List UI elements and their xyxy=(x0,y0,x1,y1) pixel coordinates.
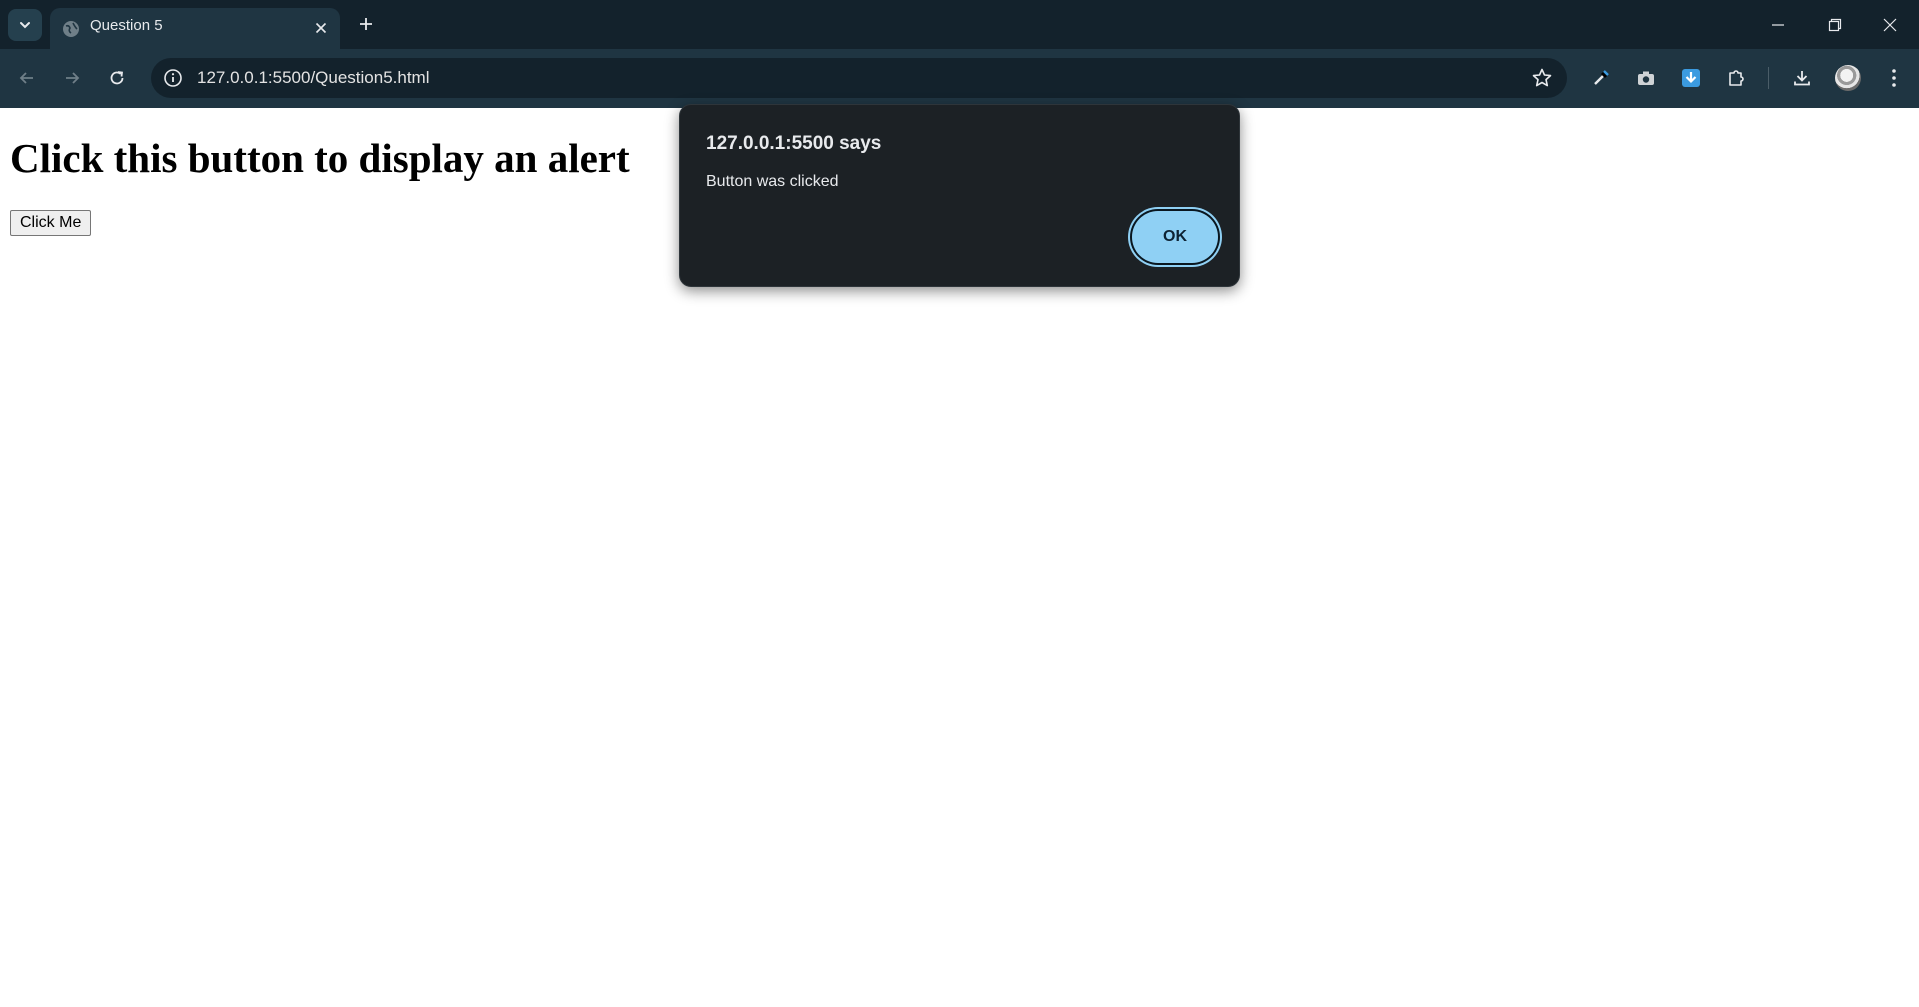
arrow-left-icon xyxy=(19,72,33,84)
browser-toolbar: 127.0.0.1:5500/Question5.html xyxy=(0,49,1919,108)
globe-icon xyxy=(63,21,79,37)
dialog-title: 127.0.0.1:5500 says xyxy=(706,133,882,154)
site-info-icon xyxy=(164,69,182,87)
profile-avatar[interactable] xyxy=(1835,65,1861,91)
tab-question-5[interactable]: Question 5 xyxy=(50,8,340,49)
ok-button[interactable]: OK xyxy=(1132,211,1218,263)
tab-close-button[interactable] xyxy=(310,17,332,39)
download-extension-button[interactable] xyxy=(1674,61,1708,95)
plus-icon xyxy=(360,18,372,30)
reload-icon xyxy=(110,71,124,85)
extensions-button[interactable] xyxy=(1719,61,1753,95)
minimize-icon xyxy=(1772,23,1784,26)
screenshot-extension-button[interactable] xyxy=(1629,61,1663,95)
camera-icon xyxy=(1638,71,1654,85)
bookmark-star-icon[interactable] xyxy=(1531,67,1553,89)
reload-button[interactable] xyxy=(100,61,134,95)
menu-button[interactable] xyxy=(1877,61,1911,95)
alert-dialog: 127.0.0.1:5500 says Button was clicked O… xyxy=(679,104,1240,287)
new-tab-button[interactable] xyxy=(351,9,381,39)
puzzle-icon xyxy=(1729,70,1744,86)
eyedropper-icon xyxy=(1594,70,1609,85)
download-icon xyxy=(1794,71,1810,86)
arrow-right-icon xyxy=(66,72,80,84)
tab-title: Question 5 xyxy=(90,17,163,34)
downloads-button[interactable] xyxy=(1785,61,1819,95)
minimize-button[interactable] xyxy=(1749,0,1807,49)
tab-search-button[interactable] xyxy=(8,9,42,41)
download-arrow-icon xyxy=(1682,69,1700,87)
dialog-message: Button was clicked xyxy=(706,173,839,190)
forward-button[interactable] xyxy=(55,61,89,95)
restore-button[interactable] xyxy=(1806,0,1864,49)
restore-icon xyxy=(1828,18,1842,31)
close-icon xyxy=(1883,18,1897,31)
click-me-button[interactable]: Click Me xyxy=(10,210,92,236)
url-text: 127.0.0.1:5500/Question5.html xyxy=(197,68,430,87)
close-icon xyxy=(315,22,327,34)
toolbar-divider xyxy=(1768,67,1769,89)
address-bar[interactable]: 127.0.0.1:5500/Question5.html xyxy=(151,58,1567,98)
chevron-down-icon xyxy=(20,22,30,29)
eyedropper-extension-button[interactable] xyxy=(1584,61,1618,95)
page-heading: Click this button to display an alert xyxy=(10,135,630,181)
more-vertical-icon xyxy=(1892,69,1896,87)
back-button[interactable] xyxy=(10,61,44,95)
window-close-button[interactable] xyxy=(1861,0,1919,49)
tab-strip: Question 5 xyxy=(0,0,1919,49)
